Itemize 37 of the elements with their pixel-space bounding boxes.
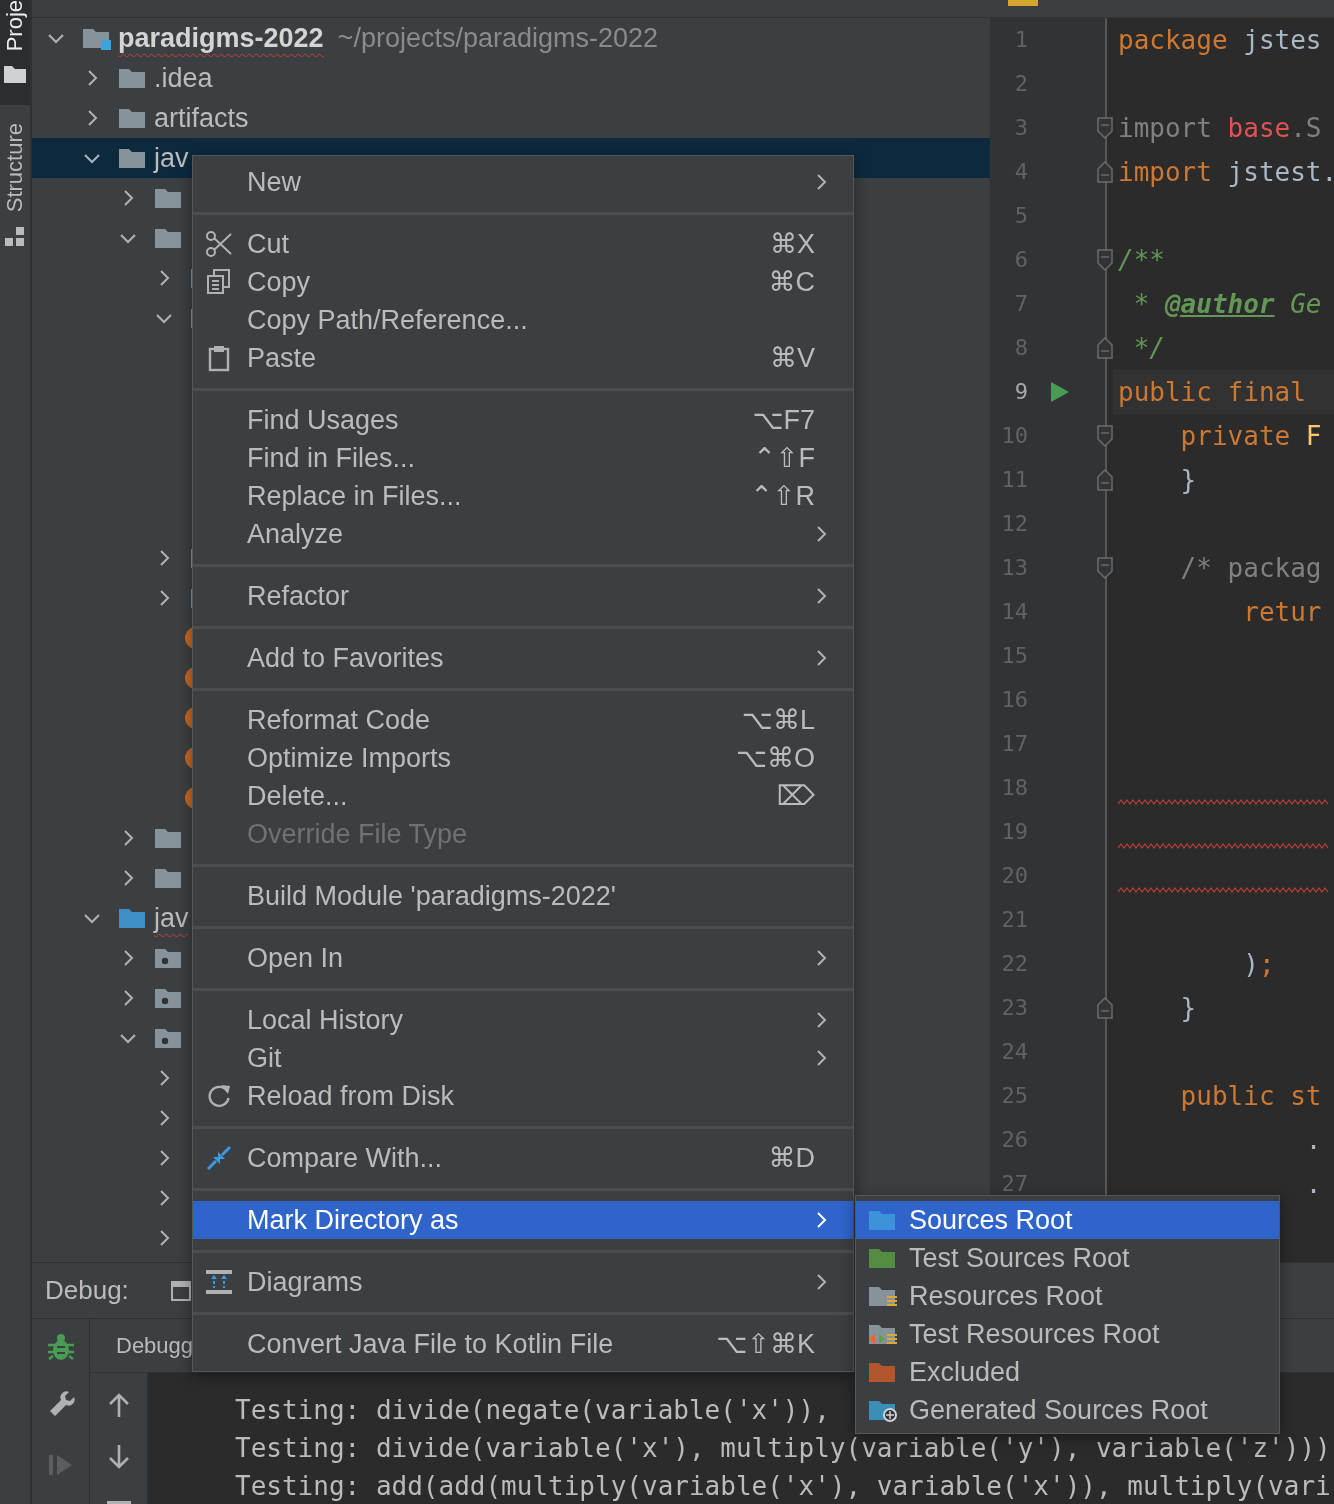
code-line: import base.S <box>1117 112 1323 145</box>
path-label: ~/projects/paradigms-2022 <box>337 22 659 54</box>
code-line: * @author Ge <box>1132 288 1323 321</box>
code-line: retur <box>1242 596 1323 629</box>
code-line: /** <box>1117 244 1166 277</box>
console-line: Testing: add(add(multiply(variable('x'), variable('x')), multiply(vari <box>235 1470 1331 1503</box>
line-number: 9 <box>1013 378 1029 406</box>
shortcut-text: ⌥⇧⌘K <box>716 1329 815 1359</box>
shortcut-text: ⌃⇧F <box>753 443 815 473</box>
tree-label: artifacts <box>154 102 249 134</box>
code-line: . <box>1304 1124 1323 1157</box>
tree-label: paradigms-2022 <box>118 22 324 54</box>
panel-title: Debug: <box>45 1275 129 1306</box>
code-line: } <box>1179 992 1198 1025</box>
code-line: public st <box>1179 1080 1323 1113</box>
tree-label: .idea <box>154 62 213 94</box>
shortcut-text: ⌃⇧R <box>750 481 815 511</box>
shortcut-text: ⌘V <box>770 343 815 373</box>
tree-label: jav <box>154 902 189 934</box>
code-line: import jstest. <box>1117 156 1334 189</box>
shortcut-text: ⌘C <box>768 267 815 297</box>
shortcut-text: ⌥⌘L <box>741 705 815 735</box>
code-line: private F <box>1179 420 1323 453</box>
code-line: /* packag <box>1179 552 1323 585</box>
shortcut-text: ⌦ <box>776 781 815 811</box>
code-line: . <box>1304 1168 1323 1201</box>
shortcut-text: ⌥F7 <box>752 405 815 435</box>
shortcut-text: ⌘D <box>768 1143 815 1173</box>
code-line: package jstes <box>1117 24 1323 57</box>
console-line: Testing: divide(negate(variable('x')), <box>235 1394 830 1427</box>
code-line: ); <box>1242 948 1276 981</box>
console-line: Testing: divide(variable('x'), multiply(variable('y'), variable('z'))) <box>235 1432 1331 1465</box>
shortcut-text: ⌘X <box>770 229 815 259</box>
code-line: } <box>1179 464 1198 497</box>
shortcut-text: ⌥⌘O <box>735 743 815 773</box>
code-line: */ <box>1132 332 1166 365</box>
tree-label: jav <box>154 142 189 174</box>
